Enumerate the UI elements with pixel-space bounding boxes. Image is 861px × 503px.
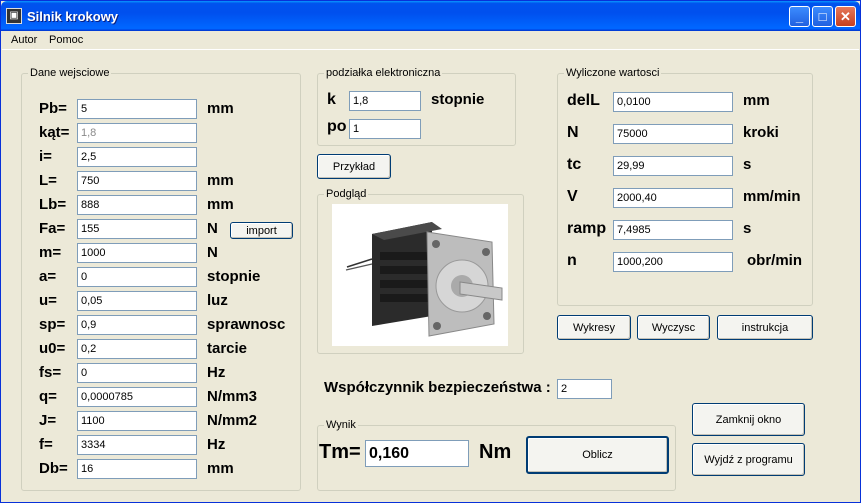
computed-value: 75000 — [613, 124, 733, 144]
computed-value: 0,0100 — [613, 92, 733, 112]
close-window-button[interactable]: Zamknij okno — [692, 403, 805, 436]
input-label: u0= — [39, 340, 66, 357]
input-label: Lb= — [39, 196, 67, 213]
input-unit: mm — [207, 100, 234, 117]
input-unit: N/mm3 — [207, 388, 258, 405]
computed-value: 29,99 — [613, 156, 733, 176]
computed-label: V — [567, 188, 578, 205]
computed-unit: s — [743, 220, 752, 237]
menu-pomoc[interactable]: Pomoc — [49, 34, 83, 46]
input-field[interactable]: 0,05 — [77, 291, 197, 311]
result-group-label: Wynik — [324, 419, 358, 431]
input-unit: Hz — [207, 364, 226, 381]
tm-unit: Nm — [479, 441, 512, 463]
maximize-button[interactable]: □ — [812, 6, 833, 27]
stepper-motor-image — [332, 204, 508, 346]
computed-unit: kroki — [743, 124, 779, 141]
input-unit: N/mm2 — [207, 412, 258, 429]
input-label: q= — [39, 388, 57, 405]
input-field[interactable]: 16 — [77, 459, 197, 479]
computed-unit: mm — [743, 92, 770, 109]
input-unit: mm — [207, 196, 234, 213]
input-unit: luz — [207, 292, 228, 309]
compute-button[interactable]: Oblicz — [526, 436, 669, 474]
input-unit: Hz — [207, 436, 226, 453]
tm-output: 0,160 — [365, 440, 469, 467]
input-field[interactable]: 5 — [77, 99, 197, 119]
computed-unit: mm/min — [743, 188, 801, 205]
k-unit: stopnie — [431, 91, 485, 108]
input-label: Pb= — [39, 100, 67, 117]
input-field[interactable]: 750 — [77, 171, 197, 191]
input-field[interactable]: 1000 — [77, 243, 197, 263]
input-field[interactable]: 0,9 — [77, 315, 197, 335]
close-button[interactable]: ✕ — [835, 6, 856, 27]
input-label: sp= — [39, 316, 66, 333]
input-label: J= — [39, 412, 57, 429]
k-label: k — [327, 91, 336, 108]
input-field[interactable]: 888 — [77, 195, 197, 215]
computed-unit: obr/min — [747, 252, 802, 269]
input-label: a= — [39, 268, 57, 285]
title-bar[interactable]: ▣ Silnik krokowy _ □ ✕ — [1, 1, 860, 31]
input-unit: N — [207, 244, 218, 261]
input-field[interactable]: 1100 — [77, 411, 197, 431]
input-unit: stopnie — [207, 268, 261, 285]
computed-value: 1000,200 — [613, 252, 733, 272]
input-unit: mm — [207, 172, 234, 189]
input-label: kąt= — [39, 124, 70, 141]
charts-button[interactable]: Wykresy — [557, 315, 631, 340]
input-unit: sprawnosc — [207, 316, 286, 333]
import-button[interactable]: import — [230, 222, 293, 239]
input-label: fs= — [39, 364, 62, 381]
app-icon: ▣ — [6, 8, 22, 24]
input-unit: mm — [207, 460, 234, 477]
safety-factor-input[interactable]: 2 — [557, 379, 612, 399]
input-field: 1,8 — [77, 123, 197, 143]
computed-unit: s — [743, 156, 752, 173]
po-label: po — [327, 118, 347, 135]
computed-label: tc — [567, 156, 582, 173]
minimize-button[interactable]: _ — [789, 6, 810, 27]
input-label: L= — [39, 172, 57, 189]
input-label: i= — [39, 148, 52, 165]
input-label: u= — [39, 292, 57, 309]
electronic-pitch-label: podziałka elektroniczna — [324, 67, 443, 79]
window-title: Silnik krokowy — [27, 9, 119, 24]
menu-bar: Autor Pomoc — [2, 31, 859, 50]
instructions-button[interactable]: instrukcja — [717, 315, 813, 340]
input-field[interactable]: 2,5 — [77, 147, 197, 167]
input-field[interactable]: 0 — [77, 267, 197, 287]
tm-label: Tm= — [319, 441, 361, 463]
exit-program-button[interactable]: Wyjdź z programu — [692, 443, 805, 476]
computed-label: N — [567, 124, 579, 141]
input-label: m= — [39, 244, 62, 261]
computed-label: n — [567, 252, 577, 269]
input-unit: N — [207, 220, 218, 237]
input-field[interactable]: 0 — [77, 363, 197, 383]
safety-factor-label: Współczynnik bezpieczeństwa : — [324, 379, 551, 396]
computed-value: 7,4985 — [613, 220, 733, 240]
input-field[interactable]: 0,0000785 — [77, 387, 197, 407]
clear-button[interactable]: Wyczysc — [637, 315, 710, 340]
input-field[interactable]: 155 — [77, 219, 197, 239]
menu-autor[interactable]: Autor — [11, 34, 37, 46]
input-label: Db= — [39, 460, 68, 477]
input-unit: tarcie — [207, 340, 248, 357]
app-window: ▣ Silnik krokowy _ □ ✕ Autor Pomoc Dane … — [0, 0, 861, 503]
input-data-group-label: Dane wejsciowe — [28, 67, 112, 79]
computed-label: delL — [567, 92, 600, 109]
preview-label: Podgląd — [324, 188, 369, 200]
input-label: Fa= — [39, 220, 66, 237]
po-input[interactable]: 1 — [349, 119, 421, 139]
input-field[interactable]: 3334 — [77, 435, 197, 455]
input-field[interactable]: 0,2 — [77, 339, 197, 359]
computed-value: 2000,40 — [613, 188, 733, 208]
input-label: f= — [39, 436, 53, 453]
example-button[interactable]: Przykład — [317, 154, 391, 179]
computed-group-label: Wyliczone wartosci — [564, 67, 662, 79]
k-input[interactable]: 1,8 — [349, 91, 421, 111]
computed-label: ramp — [567, 220, 607, 237]
